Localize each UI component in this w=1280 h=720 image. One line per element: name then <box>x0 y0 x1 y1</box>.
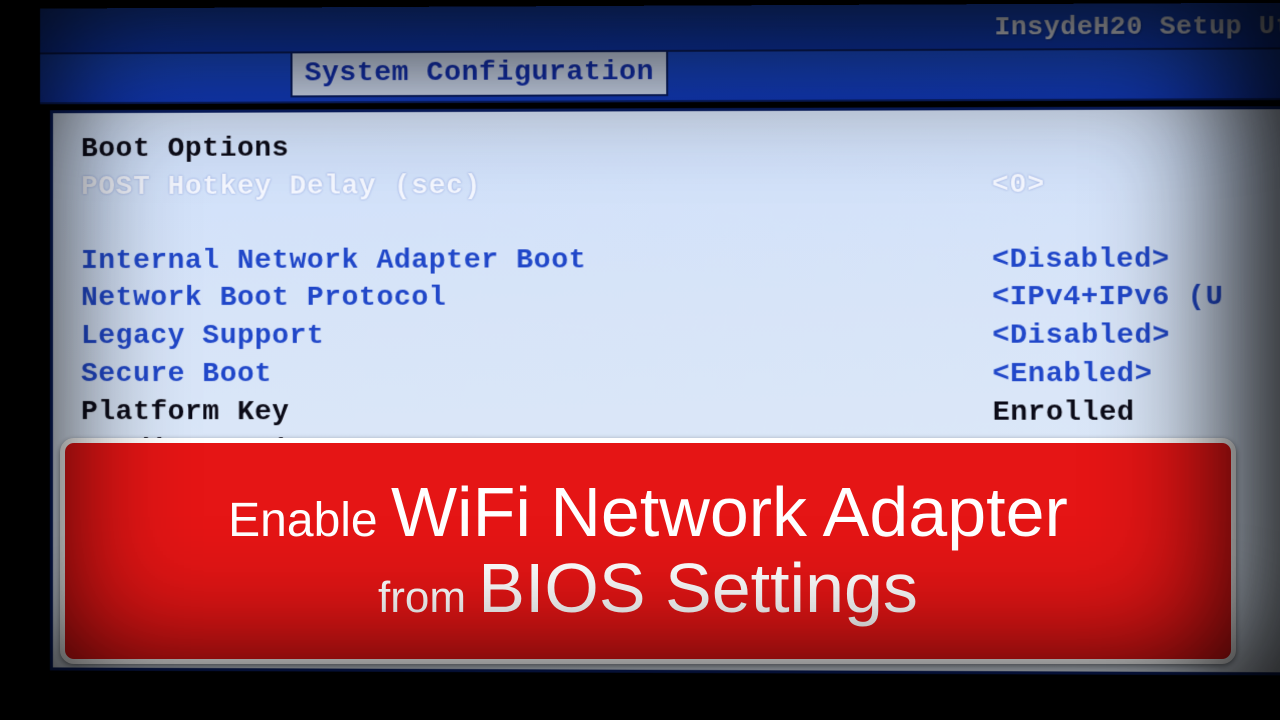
setting-label: Legacy Support <box>81 318 992 356</box>
setting-row: Platform KeyEnrolled <box>81 394 1262 433</box>
setting-row[interactable]: Secure Boot<Enabled> <box>81 356 1262 394</box>
caption-text: Enable <box>228 494 391 547</box>
setting-row[interactable]: Legacy Support<Disabled> <box>81 317 1262 356</box>
setting-row: Boot Options <box>81 128 1261 169</box>
caption-line-1: Enable WiFi Network Adapter <box>228 475 1068 551</box>
caption-text: BIOS Settings <box>478 549 918 627</box>
setting-value[interactable]: <Enabled> <box>992 356 1262 394</box>
tab-label: System Configuration <box>305 57 655 89</box>
overlay-caption: Enable WiFi Network Adapter from BIOS Se… <box>60 438 1236 664</box>
setting-row[interactable]: POST Hotkey Delay (sec)<0> <box>81 166 1261 207</box>
setting-label: Internal Network Adapter Boot <box>81 241 992 280</box>
tab-system-configuration[interactable]: System Configuration <box>290 52 668 98</box>
setting-label: POST Hotkey Delay (sec) <box>81 167 992 207</box>
caption-text: from <box>378 573 478 622</box>
setting-value[interactable]: <0> <box>992 166 1261 205</box>
setting-label: Platform Key <box>81 394 993 433</box>
bios-titlebar: InsydeH20 Setup Ut <box>40 3 1280 55</box>
setting-value <box>991 128 1260 167</box>
setting-row[interactable]: Internal Network Adapter Boot<Disabled> <box>81 241 1261 281</box>
setting-value[interactable]: <Disabled> <box>992 317 1262 355</box>
setting-value[interactable]: <Disabled> <box>992 241 1261 280</box>
bios-title: InsydeH20 Setup Ut <box>994 11 1280 43</box>
setting-label: Network Boot Protocol <box>81 279 992 318</box>
caption-line-2: from BIOS Settings <box>378 551 918 627</box>
caption-text: WiFi Network Adapter <box>391 473 1068 551</box>
setting-label: Secure Boot <box>81 356 993 394</box>
setting-label: Boot Options <box>81 128 992 169</box>
setting-value: Enrolled <box>993 394 1263 433</box>
setting-row[interactable]: Network Boot Protocol<IPv4+IPv6 (U <box>81 279 1262 318</box>
setting-value[interactable]: <IPv4+IPv6 (U <box>992 279 1262 318</box>
bios-tabbar: System Configuration <box>40 49 1280 104</box>
